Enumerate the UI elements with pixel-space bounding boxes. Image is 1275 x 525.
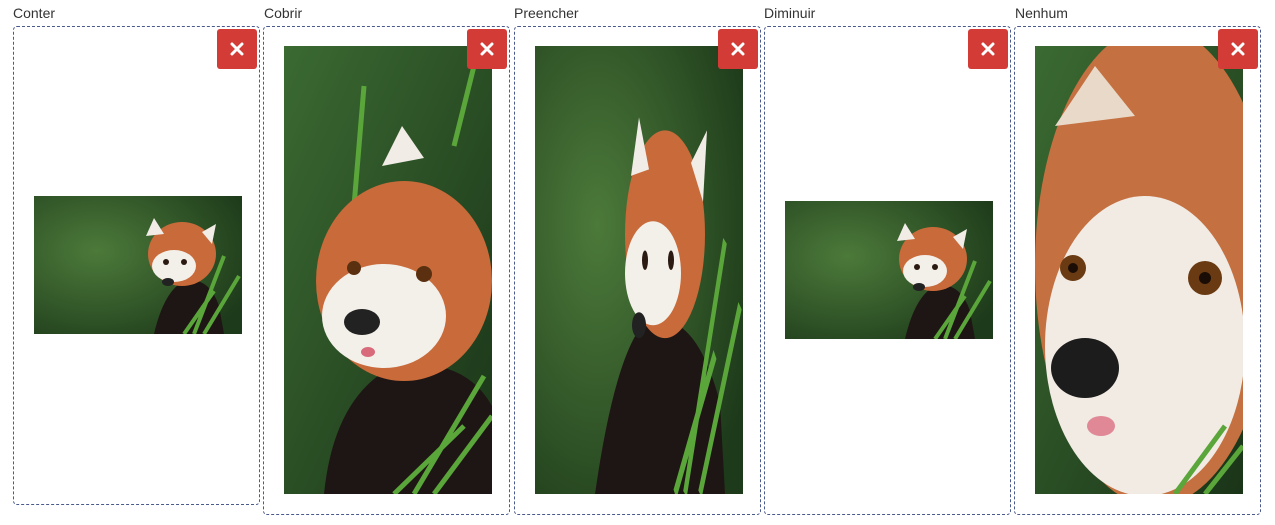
- close-icon: [1231, 42, 1245, 56]
- remove-button-fill[interactable]: [718, 29, 758, 69]
- image-panel-contain: [13, 26, 260, 505]
- remove-button-cover[interactable]: [467, 29, 507, 69]
- close-icon: [731, 42, 745, 56]
- close-icon: [230, 42, 244, 56]
- red-panda-photo: [34, 196, 242, 334]
- panel-label-scale-down: Diminuir: [764, 5, 816, 21]
- close-icon: [981, 42, 995, 56]
- image-panel-scale-down: [764, 26, 1011, 515]
- red-panda-photo: [1035, 46, 1243, 494]
- red-panda-photo: [785, 201, 993, 339]
- panel-label-contain: Conter: [13, 5, 56, 21]
- panel-label-none: Nenhum: [1015, 5, 1068, 21]
- image-panel-none: [1014, 26, 1261, 515]
- close-icon: [480, 42, 494, 56]
- remove-button-scale-down[interactable]: [968, 29, 1008, 69]
- red-panda-photo: [284, 46, 492, 494]
- remove-button-contain[interactable]: [217, 29, 257, 69]
- remove-button-none[interactable]: [1218, 29, 1258, 69]
- image-panel-fill: [514, 26, 761, 515]
- panel-label-fill: Preencher: [514, 5, 579, 21]
- panel-label-cover: Cobrir: [264, 5, 303, 21]
- image-panel-cover: [263, 26, 510, 515]
- red-panda-photo: [535, 46, 743, 494]
